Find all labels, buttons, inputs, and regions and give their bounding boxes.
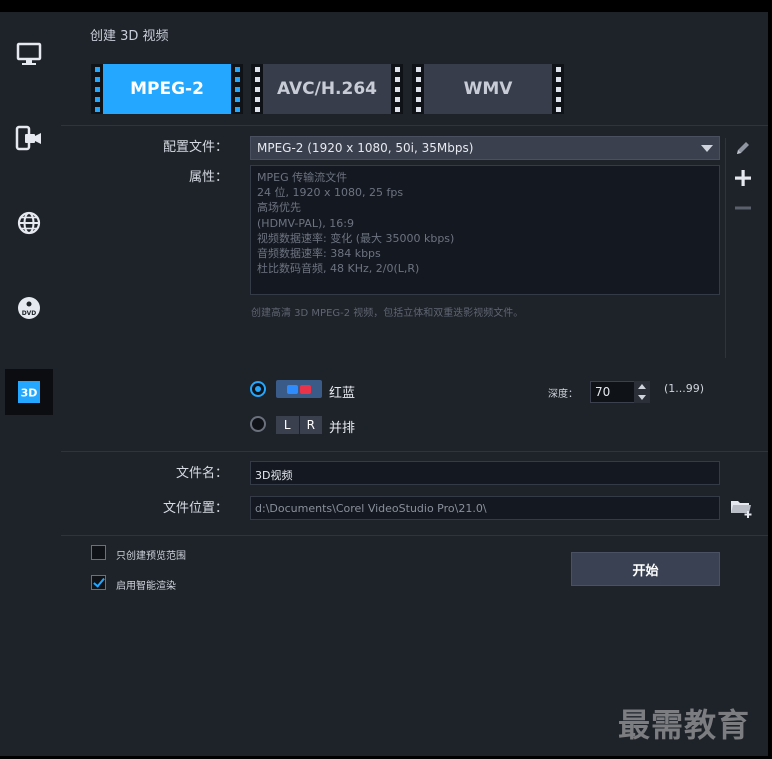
- sidebar-item-disc[interactable]: DVD: [5, 285, 53, 331]
- mobile-device-icon: [15, 125, 41, 151]
- tab-mpeg2[interactable]: MPEG-2: [91, 64, 243, 114]
- 3d-icon: 3D: [18, 381, 40, 403]
- tab-wmv[interactable]: WMV: [412, 64, 564, 114]
- pencil-icon: [737, 142, 749, 154]
- right-marker: R: [298, 416, 323, 434]
- film-perforation-right: [552, 64, 564, 114]
- blue-lens: [287, 384, 298, 394]
- location-value: d:\Documents\Corel VideoStudio Pro\21.0\: [255, 502, 487, 515]
- add-profile-button[interactable]: [733, 168, 753, 188]
- divider: [61, 535, 768, 536]
- film-perforation-left: [251, 64, 263, 114]
- arrow-down-icon[interactable]: [638, 395, 646, 400]
- property-line: (HDMV-PAL), 16:9: [257, 216, 354, 230]
- profile-select[interactable]: MPEG-2 (1920 x 1080, 50i, 35Mbps): [250, 136, 720, 160]
- watermark: 最需教育: [618, 706, 751, 744]
- svg-text:DVD: DVD: [22, 310, 37, 317]
- property-line: 24 位, 1920 x 1080, 25 fps: [257, 186, 404, 200]
- location-label: 文件位置：: [162, 501, 228, 516]
- monitor-icon: [16, 42, 42, 65]
- anaglyph-glasses-icon: [276, 380, 322, 398]
- side-by-side-radio[interactable]: [250, 416, 266, 432]
- property-line: 杜比数码音频, 48 KHz, 2/0(L,R): [257, 262, 420, 276]
- start-button[interactable]: 开始: [571, 552, 720, 586]
- depth-range: (1...99): [664, 382, 705, 395]
- property-line: 视频数据速率: 变化 (最大 35000 kbps): [257, 231, 455, 245]
- anaglyph-radio[interactable]: [250, 381, 266, 397]
- depth-value: 70: [595, 385, 611, 399]
- tab-label: AVC/H.264: [276, 79, 378, 99]
- browse-folder-button[interactable]: [730, 498, 754, 518]
- film-perforation-right: [231, 64, 243, 114]
- divider: [61, 451, 768, 452]
- remove-profile-button[interactable]: [733, 198, 753, 218]
- depth-stepper[interactable]: [634, 381, 650, 403]
- preview-range-label: 只创建预览范围: [116, 551, 186, 562]
- tab-avc-h264[interactable]: AVC/H.264: [251, 64, 403, 114]
- film-perforation-right: [391, 64, 403, 114]
- property-line: 高场优先: [257, 201, 301, 215]
- chevron-down-icon: [701, 145, 713, 152]
- film-perforation-left: [412, 64, 424, 114]
- tab-label: MPEG-2: [130, 79, 204, 99]
- property-line: MPEG 传输流文件: [257, 171, 348, 184]
- filename-label: 文件名：: [175, 466, 228, 481]
- filename-input[interactable]: 3D视频: [250, 461, 720, 485]
- side-by-side-label: 并排: [329, 421, 356, 436]
- arrow-up-icon[interactable]: [638, 384, 646, 389]
- edit-profile-button[interactable]: [733, 138, 753, 158]
- property-line: 音频数据速率: 384 kbps: [257, 247, 381, 261]
- anaglyph-label: 红蓝: [329, 386, 356, 401]
- preview-range-checkbox[interactable]: [91, 545, 106, 560]
- depth-label: 深度：: [548, 389, 578, 400]
- page-title: 创建 3D 视频: [90, 29, 169, 44]
- app-frame: DVD 3D 创建 3D 视频 MPEG-2 AVC/H.264 WMV 配置文…: [0, 0, 772, 759]
- format-description: 创建高清 3D MPEG-2 视频，包括立体和双重迭影视频文件。: [251, 308, 524, 319]
- left-marker: L: [283, 418, 291, 432]
- sidebar-item-3d[interactable]: 3D: [5, 369, 53, 415]
- smart-render-checkbox[interactable]: [91, 575, 106, 590]
- sidebar-item-device[interactable]: [5, 115, 53, 161]
- sidebar-item-computer[interactable]: [5, 31, 53, 77]
- minus-icon: [735, 206, 751, 210]
- main-panel: 创建 3D 视频 MPEG-2 AVC/H.264 WMV 配置文件： MPEG…: [61, 12, 768, 756]
- tab-label: WMV: [463, 79, 513, 99]
- red-lens: [300, 384, 311, 394]
- dvd-icon: DVD: [18, 297, 40, 319]
- filename-value: 3D视频: [255, 469, 293, 482]
- properties-box: MPEG 传输流文件 24 位, 1920 x 1080, 25 fps 高场优…: [250, 165, 720, 295]
- smart-render-label: 启用智能渲染: [116, 581, 176, 592]
- location-input[interactable]: d:\Documents\Corel VideoStudio Pro\21.0\: [250, 496, 720, 520]
- tool-divider: [725, 138, 726, 358]
- plus-icon: [735, 170, 751, 186]
- profile-label: 配置文件：: [162, 140, 228, 155]
- sidebar: DVD 3D: [0, 12, 61, 756]
- side-by-side-icon: L R: [276, 416, 322, 434]
- globe-icon: [17, 211, 41, 235]
- svg-text:3D: 3D: [21, 387, 38, 400]
- folder-add-icon: [731, 501, 752, 518]
- sidebar-item-web[interactable]: [5, 200, 53, 246]
- profile-value: MPEG-2 (1920 x 1080, 50i, 35Mbps): [257, 141, 474, 155]
- film-perforation-left: [91, 64, 103, 114]
- divider: [61, 125, 768, 126]
- properties-label: 属性：: [188, 170, 228, 185]
